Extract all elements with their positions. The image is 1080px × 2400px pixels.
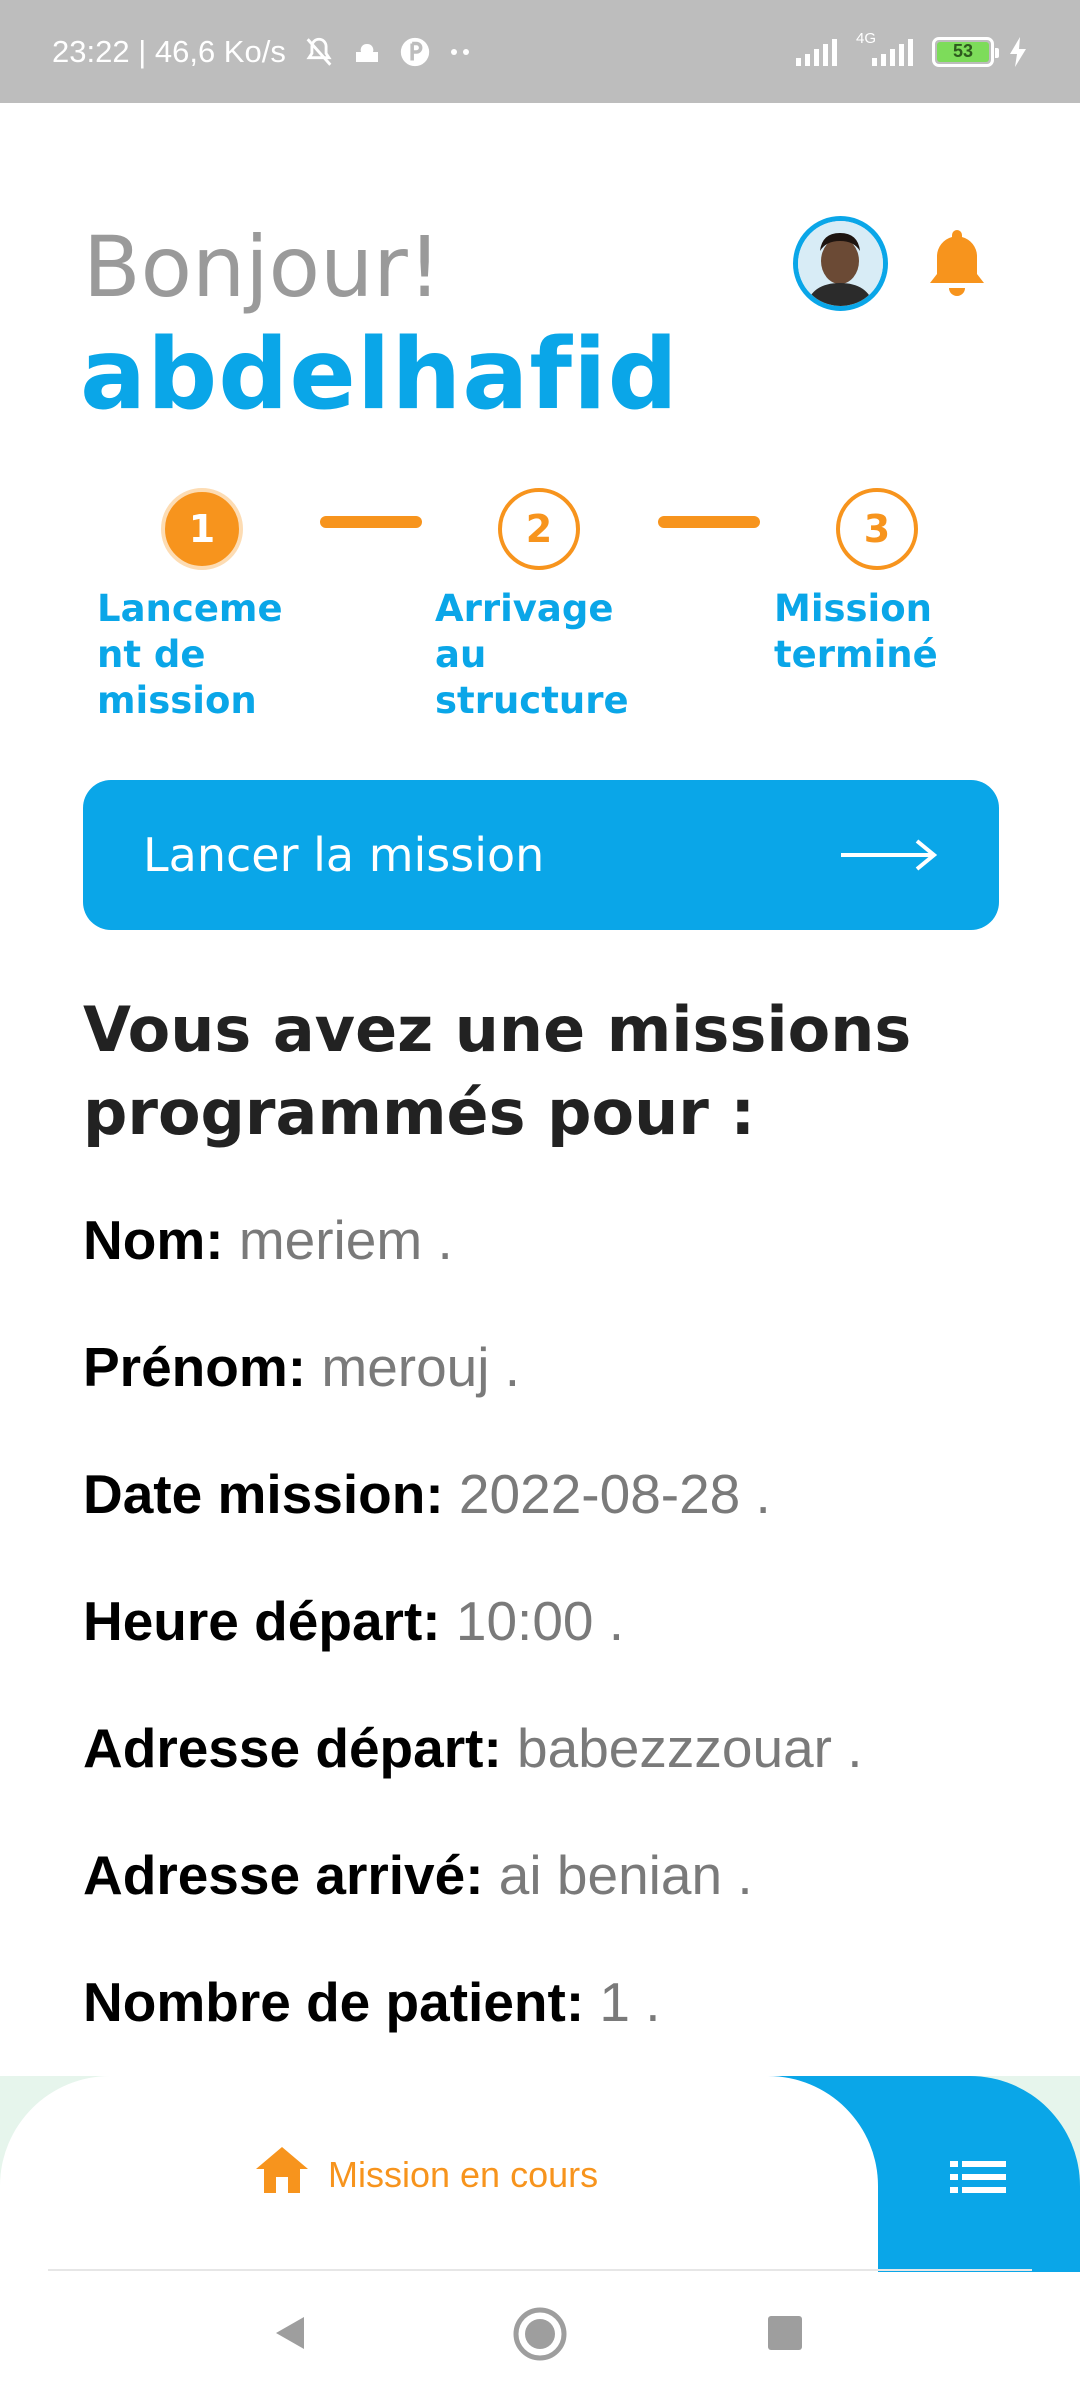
app-notification-icon xyxy=(398,35,432,69)
status-time-speed: 23:22 | 46,6 Ko/s xyxy=(52,33,286,69)
step-3-label: Mission terminé xyxy=(774,587,938,676)
mosque-icon xyxy=(352,40,382,64)
signal-4g-icon: 4G xyxy=(856,30,918,68)
step-3-circle: 3 xyxy=(836,488,918,570)
more-dots-icon xyxy=(448,47,474,57)
step-connector-2 xyxy=(658,516,760,528)
battery-indicator: 53 xyxy=(932,36,999,67)
detail-adresse-depart: Adresse départ: babezzzouar . xyxy=(83,1717,863,1779)
detail-nombre-patient: Nombre de patient: 1 . xyxy=(83,1971,661,2033)
step-1-circle: 1 xyxy=(161,488,243,570)
arrow-right-icon xyxy=(839,835,939,875)
step-1-label: Lanceme nt de mission xyxy=(97,587,283,722)
home-circle-icon[interactable] xyxy=(512,2306,568,2362)
status-bar: 23:22 | 46,6 Ko/s 4G 53 xyxy=(0,0,1080,103)
detail-heure-depart: Heure départ: 10:00 . xyxy=(83,1590,625,1652)
step-2-label: Arrivage au structure xyxy=(435,587,629,722)
detail-nom: Nom: meriem . xyxy=(83,1209,453,1271)
bell-icon[interactable] xyxy=(924,226,990,302)
mission-en-cours-label: Mission en cours xyxy=(328,2153,599,2195)
username-text: abdelhafid xyxy=(80,318,679,432)
step-2-circle: 2 xyxy=(498,488,580,570)
battery-level: 53 xyxy=(937,41,989,62)
nav-divider xyxy=(48,2269,1032,2271)
detail-date-mission: Date mission: 2022-08-28 . xyxy=(83,1463,771,1525)
avatar[interactable] xyxy=(793,216,888,311)
step-connector-1 xyxy=(320,516,422,528)
launch-mission-label: Lancer la mission xyxy=(143,828,545,882)
detail-prenom: Prénom: merouj . xyxy=(83,1336,521,1398)
bell-off-icon xyxy=(302,35,336,69)
mission-en-cours-button[interactable]: Mission en cours xyxy=(254,2145,598,2204)
greeting-text: Bonjour! xyxy=(83,218,442,316)
launch-mission-button[interactable]: Lancer la mission xyxy=(83,780,999,930)
back-icon[interactable] xyxy=(270,2313,310,2353)
recent-apps-icon[interactable] xyxy=(768,2316,802,2350)
list-menu-icon[interactable] xyxy=(950,2157,1006,2197)
signal-icon xyxy=(794,36,842,68)
missions-title: Vous avez une missions programmés pour : xyxy=(83,993,912,1149)
detail-adresse-arrive: Adresse arrivé: ai benian . xyxy=(83,1844,753,1906)
charging-bolt-icon xyxy=(1008,36,1028,67)
network-type-label: 4G xyxy=(856,29,877,47)
home-icon xyxy=(254,2145,310,2204)
